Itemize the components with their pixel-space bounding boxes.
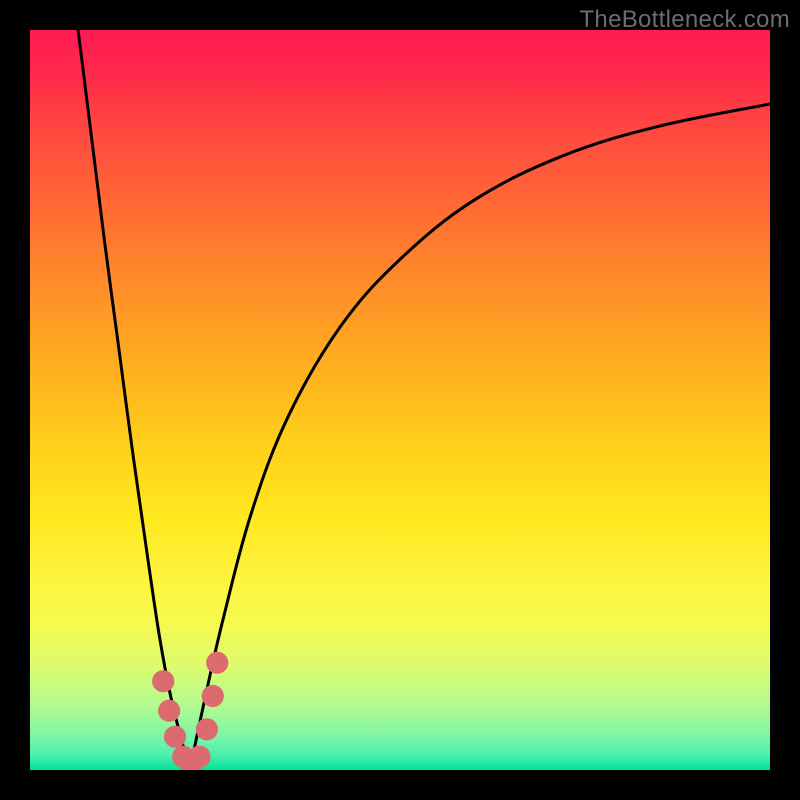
outer-frame: TheBottleneck.com	[0, 0, 800, 800]
curve-right-branch	[190, 104, 770, 770]
curve-left-branch	[78, 30, 190, 770]
minimum-marker-dot	[206, 652, 228, 674]
minimum-marker-cluster	[152, 652, 228, 770]
minimum-marker-dot	[188, 746, 210, 768]
minimum-marker-dot	[164, 726, 186, 748]
plot-area	[30, 30, 770, 770]
watermark-text: TheBottleneck.com	[579, 6, 790, 34]
curves-layer	[30, 30, 770, 770]
minimum-marker-dot	[202, 685, 224, 707]
minimum-marker-dot	[158, 700, 180, 722]
minimum-marker-dot	[196, 718, 218, 740]
minimum-marker-dot	[152, 670, 174, 692]
